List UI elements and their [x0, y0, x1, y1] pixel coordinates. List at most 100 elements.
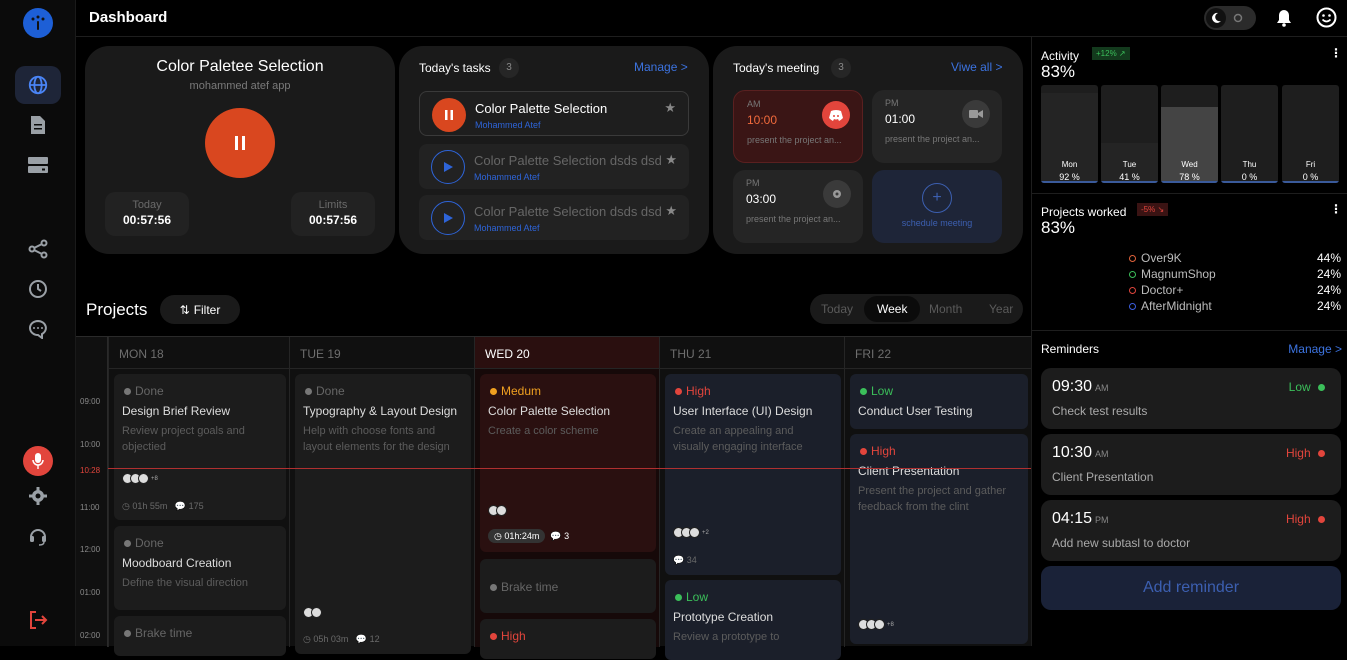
- event-card[interactable]: Low Conduct User Testing: [850, 374, 1028, 429]
- filter-button[interactable]: ⇅ Filter: [160, 295, 240, 324]
- add-reminder-button[interactable]: Add reminder: [1041, 566, 1341, 610]
- activity-bar-day: Tue: [1122, 160, 1137, 169]
- meetings-view-all-link[interactable]: Viwe all >: [951, 60, 1002, 74]
- tasks-manage-link[interactable]: Manage >: [634, 60, 688, 74]
- activity-bar[interactable]: Thu 0 %: [1221, 85, 1278, 183]
- star-icon[interactable]: ★: [664, 100, 676, 116]
- globe-icon: [28, 75, 48, 95]
- legend-item: Over9K 44%: [1129, 251, 1341, 265]
- task-name: Color Palette Selection: [475, 101, 608, 116]
- star-icon[interactable]: ★: [665, 152, 677, 168]
- event-card[interactable]: Done Design Brief Review Review project …: [114, 374, 286, 520]
- nav-share[interactable]: [15, 230, 61, 268]
- break-card[interactable]: Brake time: [480, 559, 656, 613]
- event-name: Typography & Layout Design: [303, 404, 458, 418]
- meeting-time: 03:00: [746, 192, 777, 206]
- limits-stat: Limits 00:57:56: [291, 192, 375, 236]
- nav-document[interactable]: [15, 106, 61, 144]
- reminders-manage-link[interactable]: Manage >: [1288, 342, 1342, 356]
- event-card[interactable]: Done Typography & Layout Design Help wit…: [295, 374, 471, 654]
- reminders-title: Reminders: [1041, 342, 1100, 356]
- plus-icon: +: [922, 183, 952, 213]
- activity-change-badge: +12% ↗: [1092, 47, 1130, 60]
- range-week[interactable]: Week: [864, 296, 921, 322]
- pause-timer-button[interactable]: [205, 108, 275, 178]
- share-icon: [28, 239, 48, 259]
- event-card[interactable]: High User Interface (UI) Design Create a…: [665, 374, 841, 575]
- meeting-time: 10:00: [747, 113, 778, 127]
- event-desc: Review project goals and objectied: [122, 425, 245, 453]
- gear-icon: [29, 487, 47, 505]
- activity-bar[interactable]: Wed 78 %: [1161, 85, 1218, 183]
- reminder-desc: Add new subtasl to doctor: [1052, 536, 1191, 550]
- top-bar: Dashboard: [76, 0, 1347, 37]
- logout-icon: [30, 611, 48, 629]
- nav-history[interactable]: [15, 270, 61, 308]
- app-logo[interactable]: [23, 8, 53, 38]
- nav-storage[interactable]: [15, 146, 61, 184]
- meeting-ampm: PM: [885, 98, 899, 108]
- reminder-card[interactable]: 09:30 AM Check test results Low: [1041, 368, 1341, 429]
- pause-icon: [235, 136, 245, 150]
- clock-icon: [29, 280, 47, 298]
- range-year[interactable]: Year: [989, 302, 1013, 316]
- meeting-desc: present the project an...: [747, 135, 842, 145]
- task-item[interactable]: Color Palette Selection Mohammed Atef ★: [419, 91, 689, 136]
- avatar-more: +2: [702, 529, 709, 536]
- star-icon[interactable]: ★: [665, 203, 677, 219]
- range-month[interactable]: Month: [929, 302, 962, 316]
- bell-icon[interactable]: [1275, 9, 1293, 32]
- activity-bar[interactable]: Fri 0 %: [1282, 85, 1339, 183]
- nav-globe[interactable]: [15, 66, 61, 104]
- sun-icon: [1226, 12, 1250, 24]
- more-options-icon[interactable]: ⋮: [1330, 202, 1342, 216]
- event-card[interactable]: High: [480, 619, 656, 659]
- meeting-item[interactable]: PM 01:00 present the project an...: [872, 90, 1002, 163]
- nav-support[interactable]: [15, 517, 61, 555]
- theme-toggle[interactable]: [1204, 6, 1256, 30]
- event-status: High: [860, 444, 896, 458]
- reminder-card[interactable]: 10:30 AM Client Presentation High: [1041, 434, 1341, 495]
- play-icon[interactable]: [431, 201, 465, 235]
- sidebar: [0, 0, 76, 646]
- event-card[interactable]: Medum Color Palette Selection Create a c…: [480, 374, 656, 552]
- meeting-item[interactable]: AM 10:00 present the project an...: [733, 90, 863, 163]
- schedule-meeting-label: schedule meeting: [901, 218, 973, 228]
- today-stat: Today 00:57:56: [105, 192, 189, 236]
- break-card[interactable]: Brake time: [114, 616, 286, 656]
- activity-bar-base: [1282, 181, 1339, 183]
- day-header: FRI 22: [845, 337, 1031, 369]
- more-options-icon[interactable]: ⋮: [1330, 46, 1342, 60]
- event-card[interactable]: High Client Presentation Present the pro…: [850, 434, 1028, 644]
- schedule-meeting-button[interactable]: + schedule meeting: [872, 170, 1002, 243]
- event-status: Done: [305, 384, 345, 398]
- range-today[interactable]: Today: [821, 302, 853, 316]
- legend-item: Doctor+ 24%: [1129, 283, 1341, 297]
- play-icon[interactable]: [431, 150, 465, 184]
- microphone-icon: [32, 453, 44, 469]
- discord-icon: [822, 101, 850, 129]
- event-card[interactable]: Low Prototype Creation Review a prototyp…: [665, 580, 841, 660]
- activity-bar[interactable]: Tue 41 %: [1101, 85, 1158, 183]
- nav-settings[interactable]: [15, 477, 61, 515]
- event-status: Brake time: [124, 626, 192, 640]
- meeting-item[interactable]: PM 03:00 present the project an...: [733, 170, 863, 243]
- profile-icon[interactable]: [1316, 7, 1337, 33]
- task-item[interactable]: Color Palette Selection dsds dsd Mohamme…: [419, 195, 689, 240]
- pause-icon[interactable]: [432, 98, 466, 132]
- day-header: THU 21: [660, 337, 844, 369]
- event-card[interactable]: Done Moodboard Creation Define the visua…: [114, 526, 286, 610]
- day-column-wed: WED 20 Medum Color Palette Selection Cre…: [474, 337, 659, 659]
- logout-button[interactable]: [15, 601, 61, 639]
- event-status: Low: [860, 384, 893, 398]
- clock-icon: ◷: [122, 501, 130, 511]
- activity-bar[interactable]: Mon 92 %: [1041, 85, 1098, 183]
- reminder-priority: High: [1286, 512, 1329, 526]
- event-name: User Interface (UI) Design: [673, 404, 813, 418]
- microphone-button[interactable]: [23, 446, 53, 476]
- reminder-card[interactable]: 04:15 PM Add new subtasl to doctor High: [1041, 500, 1341, 561]
- tasks-count: 3: [499, 58, 519, 78]
- event-meta: ◷ 05h 03m 💬 12: [303, 634, 380, 644]
- nav-chat[interactable]: [15, 310, 61, 348]
- task-item[interactable]: Color Palette Selection dsds dsd Mohamme…: [419, 144, 689, 189]
